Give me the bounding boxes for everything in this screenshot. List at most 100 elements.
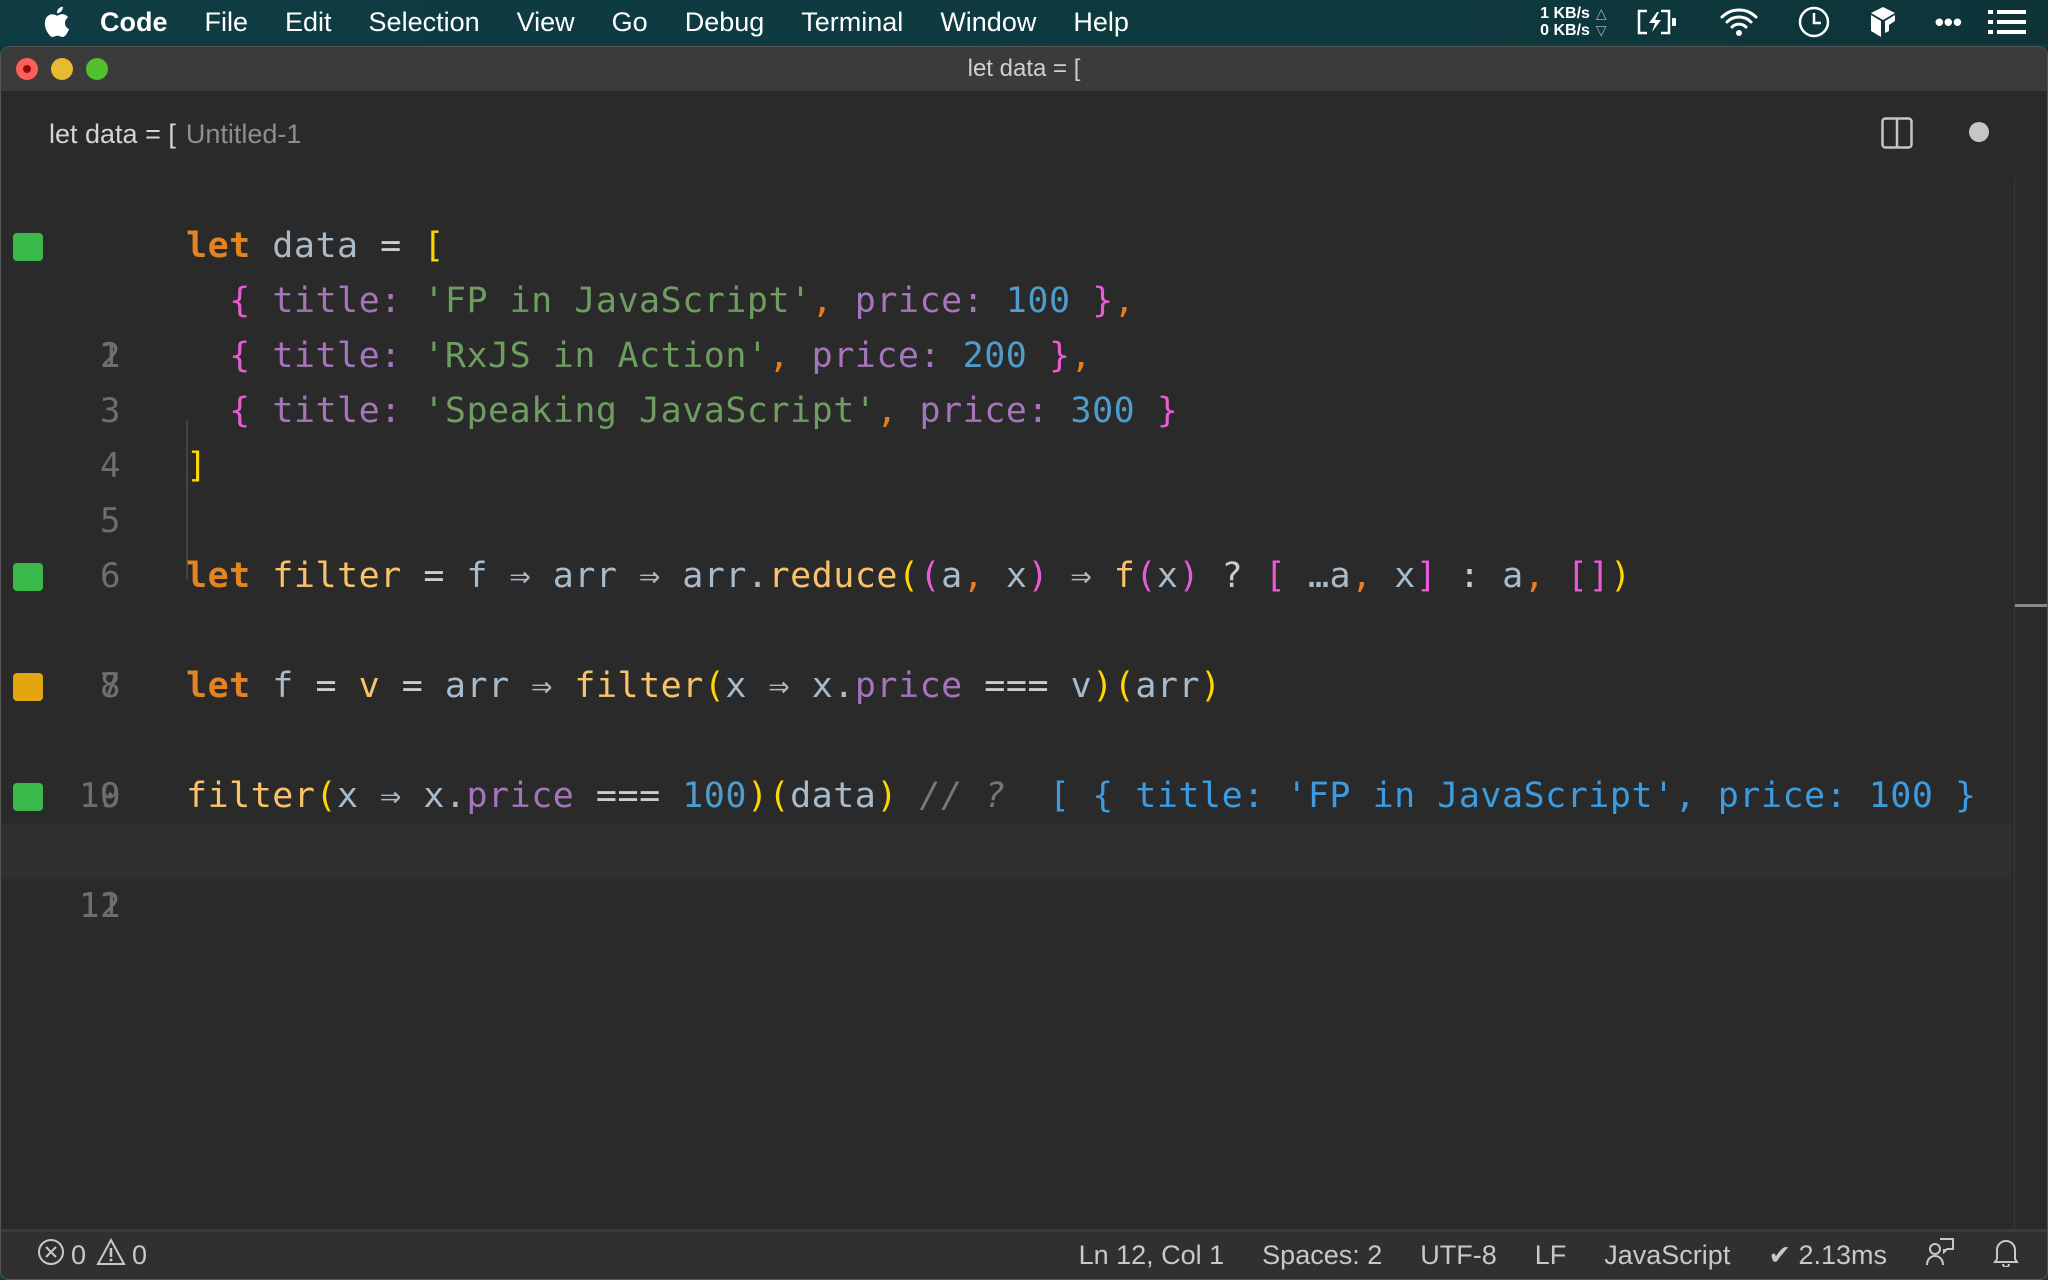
wifi-icon[interactable] [1719,7,1759,37]
net-up: 1 KB/s [1540,5,1590,22]
token-operator: = [401,666,424,706]
token-bracket: ] [186,446,208,486]
token-paren: ) [1092,666,1114,706]
vertical-scrollbar[interactable] [2014,177,2047,1277]
token-operator: ? [1221,556,1244,596]
split-editor-icon[interactable] [1881,117,1913,149]
net-down: 0 KB/s [1540,22,1590,39]
token-arrow: ⇒ [380,776,402,816]
token-string: 'RxJS in Action' [423,336,769,376]
editor-tab[interactable]: let data = [Untitled-1 [49,119,301,150]
token-comment: // ? [919,776,1006,816]
token-function-call: f [1113,556,1136,596]
code-line-8[interactable]: 8 [1,604,2011,706]
quokka-coverage-marker [13,563,43,591]
eol-setting[interactable]: LF [1535,1240,1567,1271]
quokka-timing[interactable]: ✔ 2.13ms [1768,1240,1887,1271]
token-punct: , [768,336,791,376]
language-mode[interactable]: JavaScript [1604,1240,1730,1271]
token-bracket: ] [1415,556,1438,596]
token-bracket: [ [423,226,445,266]
token-property: title: [272,391,402,431]
code-line-4[interactable]: 4 { title: 'Speaking JavaScript', price:… [1,384,2011,486]
dropbox-icon[interactable] [1869,5,1897,39]
battery-charging-icon[interactable] [1635,8,1681,36]
menu-edit[interactable]: Edit [285,7,332,38]
quokka-coverage-marker [13,673,43,701]
code-line-6[interactable]: 6 [1,494,2011,596]
token-number: 100 [682,776,747,816]
token-property: title: [272,281,402,321]
problems-indicator[interactable]: 0 0 [37,1237,157,1273]
code-line-5[interactable]: 5 ] [1,439,2011,541]
token-bracket: [] [1566,556,1611,596]
menu-debug[interactable]: Debug [685,7,765,38]
menu-window[interactable]: Window [940,7,1036,38]
token-variable: f [272,666,294,706]
code-line-11[interactable]: 11 filter(x ⇒ x.price === 100)(data) // … [1,769,2011,926]
apple-menu-icon[interactable] [40,5,72,39]
token-punct: , [811,281,834,321]
minimize-window-button[interactable] [51,58,73,80]
token-number: 100 [1005,281,1071,321]
token-property: price: [811,336,942,376]
token-property: price [466,776,575,816]
token-property: price [854,666,963,706]
code-editor[interactable]: 1 let data = [ 2 { title: 'FP in JavaScr… [1,177,2047,1177]
token-punct: , [962,556,985,596]
maximize-window-button[interactable] [86,58,108,80]
menu-selection[interactable]: Selection [369,7,480,38]
token-variable: data [790,776,877,816]
token-function-call: filter [574,666,704,706]
code-line-3[interactable]: 3 { title: 'RxJS in Action', price: 200 … [1,329,2011,431]
token-punct: , [1070,336,1093,376]
menu-file[interactable]: File [205,7,249,38]
token-arrow: ⇒ [531,666,553,706]
traffic-lights [16,58,121,80]
code-line-9[interactable]: 9 let f = v = arr ⇒ filter(x ⇒ x.price =… [1,659,2011,816]
token-param: x [1005,556,1028,596]
menu-help[interactable]: Help [1073,7,1129,38]
code-line-12-current[interactable]: 12 [1,824,2011,926]
token-function-name: filter [272,556,402,596]
status-bar: 0 0 Ln 12, Col 1 Spaces: 2 UTF-8 LF Java… [1,1229,2047,1279]
notifications-bell-icon[interactable] [1993,1237,2019,1274]
close-window-button[interactable] [16,58,38,80]
code-line-10[interactable]: 10 [1,714,2011,816]
cursor-position[interactable]: Ln 12, Col 1 [1079,1240,1225,1271]
token-paren: ( [703,666,726,706]
token-variable: x. [811,666,855,706]
token-operator: = [315,666,338,706]
token-variable: v [1070,666,1093,706]
more-icon[interactable]: ••• [1935,7,1962,38]
quokka-coverage-marker [13,233,43,261]
unsaved-changes-dot-icon[interactable] [1969,122,1989,142]
token-operator: = [423,556,445,596]
menu-app-code[interactable]: Code [100,7,168,38]
tab-label: let data = [ [49,119,176,149]
code-line-7[interactable]: 7 let filter = f ⇒ arr ⇒ arr.reduce((a, … [1,549,2011,706]
token-paren: ) [1178,556,1201,596]
menu-terminal[interactable]: Terminal [801,7,903,38]
error-count: 0 [71,1240,87,1270]
clock-icon[interactable] [1797,5,1831,39]
token-keyword: let [186,226,251,266]
network-speed[interactable]: 1 KB/s 0 KB/s [1540,5,1590,39]
token-param: a [1502,556,1524,596]
encoding-setting[interactable]: UTF-8 [1420,1240,1497,1271]
token-punct: , [876,391,898,431]
token-param: x [1394,556,1416,596]
token-variable: x. [423,776,467,816]
token-param: arr [552,556,618,596]
net-arrows-icon: △ ▽ [1595,5,1607,38]
token-brace: { [229,391,251,431]
token-operator: = [380,226,402,266]
list-icon[interactable] [1988,9,2026,35]
code-line-2[interactable]: 2 { title: 'FP in JavaScript', price: 10… [1,274,2011,376]
token-number: 300 [1070,391,1136,431]
menu-go[interactable]: Go [612,7,648,38]
feedback-icon[interactable] [1925,1237,1955,1274]
indentation-setting[interactable]: Spaces: 2 [1262,1240,1382,1271]
menu-view[interactable]: View [517,7,575,38]
code-line-1[interactable]: 1 let data = [ [1,219,2011,376]
